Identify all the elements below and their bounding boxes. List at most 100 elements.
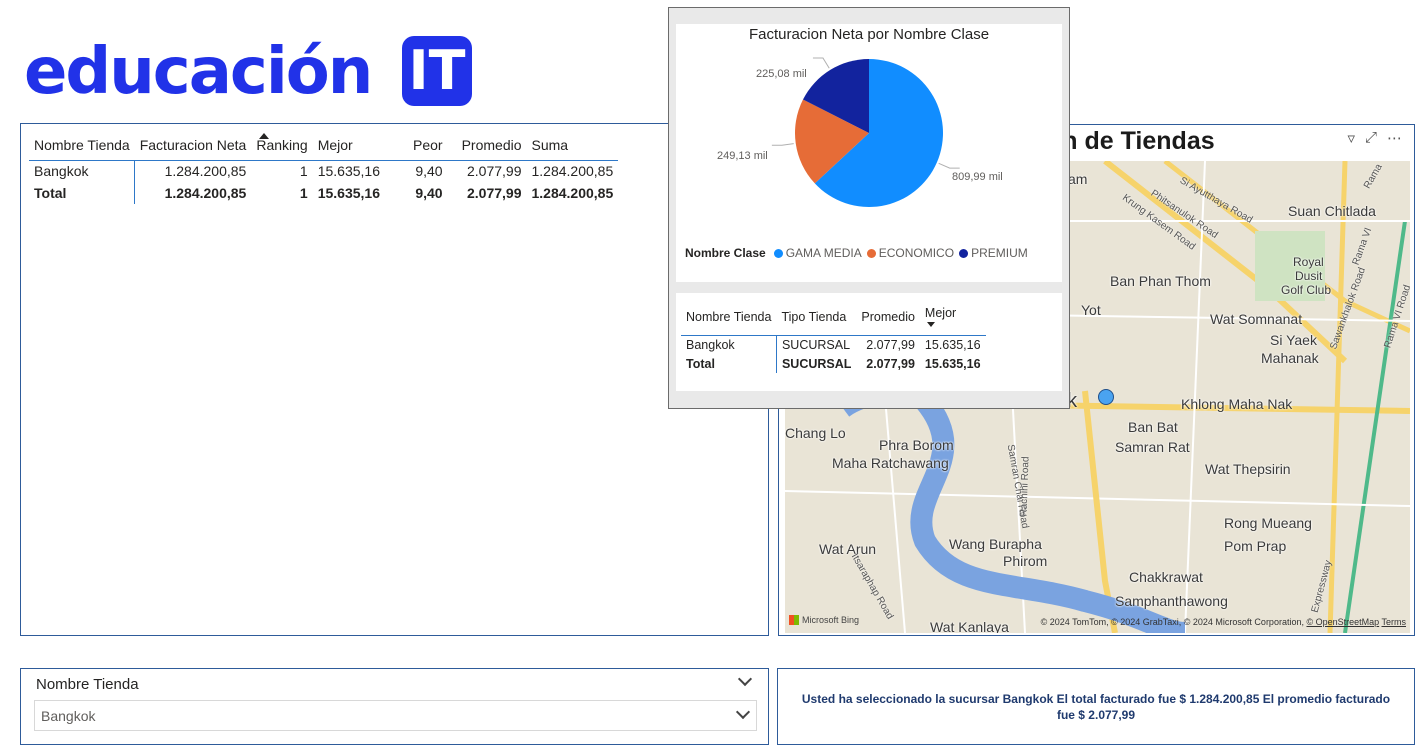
table-total-row: Total 1.284.200,85 1 15.635,16 9,40 2.07… bbox=[29, 182, 618, 204]
cell-store: Bangkok bbox=[29, 160, 136, 182]
more-options-icon[interactable]: ⋯ bbox=[1387, 129, 1402, 147]
col-mejor[interactable]: Mejor bbox=[312, 132, 385, 161]
pie-chart-visual: Facturacion Neta por Nombre Clase 809,99… bbox=[676, 24, 1062, 282]
total-mejor: 15.635,16 bbox=[924, 356, 981, 371]
legend-label: ECONOMICO bbox=[878, 246, 955, 260]
total-peor: 9,40 bbox=[415, 185, 443, 201]
place-label: Suan Chitlada bbox=[1288, 203, 1376, 219]
chevron-down-icon[interactable] bbox=[735, 704, 751, 720]
col-peor[interactable]: Peor bbox=[385, 132, 448, 161]
leader-line bbox=[771, 143, 794, 146]
cell-peor: 9,40 bbox=[415, 163, 443, 180]
col-facturacion-neta[interactable]: Facturacion Neta bbox=[134, 132, 252, 161]
logo-badge: IT bbox=[402, 36, 472, 106]
place-label: Wat Thepsirin bbox=[1205, 461, 1291, 477]
tooltip-table: Nombre Tienda Tipo Tienda Promedio Mejor… bbox=[681, 301, 986, 373]
cell-store: Bangkok bbox=[686, 337, 735, 352]
cell-suma: 1.284.200,85 bbox=[531, 163, 614, 180]
terms-link[interactable]: Terms bbox=[1382, 617, 1407, 627]
legend-item-gama-media[interactable]: GAMA MEDIA bbox=[773, 246, 862, 260]
summary-table: Nombre Tienda Facturacion Neta Ranking M… bbox=[29, 132, 619, 204]
col-nombre-tienda[interactable]: Nombre Tienda bbox=[681, 301, 777, 336]
place-label: Chakkrawat bbox=[1129, 569, 1203, 585]
cell-facturacion: 1.284.200,85 bbox=[164, 163, 247, 180]
store-slicer: Nombre Tienda Bangkok bbox=[20, 668, 769, 745]
legend-label: PREMIUM bbox=[971, 246, 1028, 260]
selection-summary-card: Usted ha seleccionado la sucursar Bangko… bbox=[777, 668, 1415, 745]
bing-label: Microsoft Bing bbox=[802, 615, 860, 625]
bing-attribution: Microsoft Bing bbox=[789, 615, 859, 625]
focus-mode-icon[interactable]: ⤢ bbox=[1365, 129, 1377, 147]
place-label: Rong Mueang bbox=[1224, 515, 1312, 531]
place-label: Ban Bat bbox=[1128, 419, 1178, 435]
col-ranking[interactable]: Ranking bbox=[251, 132, 313, 161]
total-label: Total bbox=[686, 356, 715, 371]
place-label: Chang Lo bbox=[785, 425, 846, 441]
sort-descending-icon bbox=[926, 322, 935, 328]
place-label: Yot bbox=[1081, 302, 1101, 318]
cell-ranking: 1 bbox=[299, 163, 308, 180]
total-ranking: 1 bbox=[299, 185, 308, 201]
table-row[interactable]: Bangkok SUCURSAL 2.077,99 15.635,16 bbox=[681, 335, 986, 354]
place-label: Wang Burapha bbox=[949, 536, 1042, 552]
leader-line bbox=[812, 57, 830, 69]
sort-ascending-icon bbox=[259, 133, 270, 139]
store-summary-table: Nombre Tienda Facturacion Neta Ranking M… bbox=[20, 123, 769, 636]
col-promedio[interactable]: Promedio bbox=[447, 132, 527, 161]
cell-promedio: 2.077,99 bbox=[467, 163, 522, 180]
total-facturacion: 1.284.200,85 bbox=[164, 185, 247, 201]
total-tipo: SUCURSAL bbox=[775, 354, 857, 373]
col-tipo-tienda[interactable]: Tipo Tienda bbox=[776, 301, 857, 336]
col-ranking-label: Ranking bbox=[256, 137, 308, 154]
filter-icon[interactable]: ▿ bbox=[1347, 129, 1355, 147]
total-promedio: 2.077,99 bbox=[467, 185, 522, 201]
col-promedio[interactable]: Promedio bbox=[856, 301, 920, 336]
table-header-row: Nombre Tienda Facturacion Neta Ranking M… bbox=[29, 132, 619, 161]
summary-message: Usted ha seleccionado la sucursar Bangko… bbox=[801, 692, 1391, 722]
col-mejor[interactable]: Mejor bbox=[919, 301, 986, 336]
place-label: Mahanak bbox=[1261, 350, 1319, 366]
cell-promedio: 2.077,99 bbox=[866, 337, 915, 352]
slicer-dropdown[interactable]: Bangkok bbox=[34, 700, 757, 731]
legend-label: GAMA MEDIA bbox=[785, 246, 862, 260]
slice-label-premium: 225,08 mil bbox=[756, 68, 807, 80]
col-nombre-tienda[interactable]: Nombre Tienda bbox=[29, 132, 135, 161]
legend-item-premium[interactable]: PREMIUM bbox=[959, 246, 1028, 260]
cell-mejor: 15.635,16 bbox=[317, 163, 380, 180]
place-label: Samphanthawong bbox=[1115, 593, 1228, 609]
legend-dot bbox=[959, 248, 969, 258]
place-label: Wat Arun bbox=[819, 541, 877, 557]
place-label: Samran Rat bbox=[1115, 439, 1190, 455]
map-credits: © 2024 TomTom, © 2024 GrabTaxi, © 2024 M… bbox=[1041, 617, 1406, 627]
store-location-pin[interactable] bbox=[1098, 389, 1114, 405]
total-promedio: 2.077,99 bbox=[866, 356, 915, 371]
map-title: on de Tiendas bbox=[1047, 127, 1215, 155]
place-label: Maha Ratchawang bbox=[832, 455, 949, 471]
chevron-down-icon[interactable] bbox=[737, 671, 753, 687]
credit-text: © 2024 TomTom, © 2024 GrabTaxi, © 2024 M… bbox=[1040, 617, 1304, 627]
table-row[interactable]: Bangkok 1.284.200,85 1 15.635,16 9,40 2.… bbox=[29, 160, 618, 182]
place-label: Phra Borom bbox=[879, 437, 954, 453]
total-label: Total bbox=[29, 182, 136, 204]
place-label: am bbox=[1068, 171, 1088, 187]
place-label: Wat Kanlaya bbox=[930, 619, 1009, 633]
slicer-selected-value: Bangkok bbox=[41, 708, 96, 724]
legend-title: Nombre Clase bbox=[685, 246, 766, 260]
osm-link[interactable]: © OpenStreetMap bbox=[1306, 617, 1379, 627]
microsoft-logo-icon bbox=[789, 615, 799, 625]
legend-dot bbox=[866, 248, 876, 258]
total-suma: 1.284.200,85 bbox=[531, 185, 614, 201]
place-label: Si Yaek bbox=[1270, 332, 1317, 348]
place-label: Phirom bbox=[1003, 553, 1048, 569]
place-label: Dusit bbox=[1295, 269, 1323, 283]
place-label: Golf Club bbox=[1281, 283, 1332, 297]
cell-mejor: 15.635,16 bbox=[924, 337, 981, 352]
col-suma[interactable]: Suma bbox=[526, 132, 619, 161]
place-label: Pom Prap bbox=[1224, 538, 1287, 554]
legend-dot bbox=[773, 248, 783, 258]
slice-label-gama-media: 809,99 mil bbox=[952, 171, 1003, 183]
col-mejor-label: Mejor bbox=[924, 306, 957, 321]
pie-legend: Nombre Clase GAMA MEDIA ECONOMICO PREMIU… bbox=[685, 246, 1028, 260]
educacionit-logo: educación IT bbox=[24, 34, 484, 110]
legend-item-economico[interactable]: ECONOMICO bbox=[866, 246, 955, 260]
